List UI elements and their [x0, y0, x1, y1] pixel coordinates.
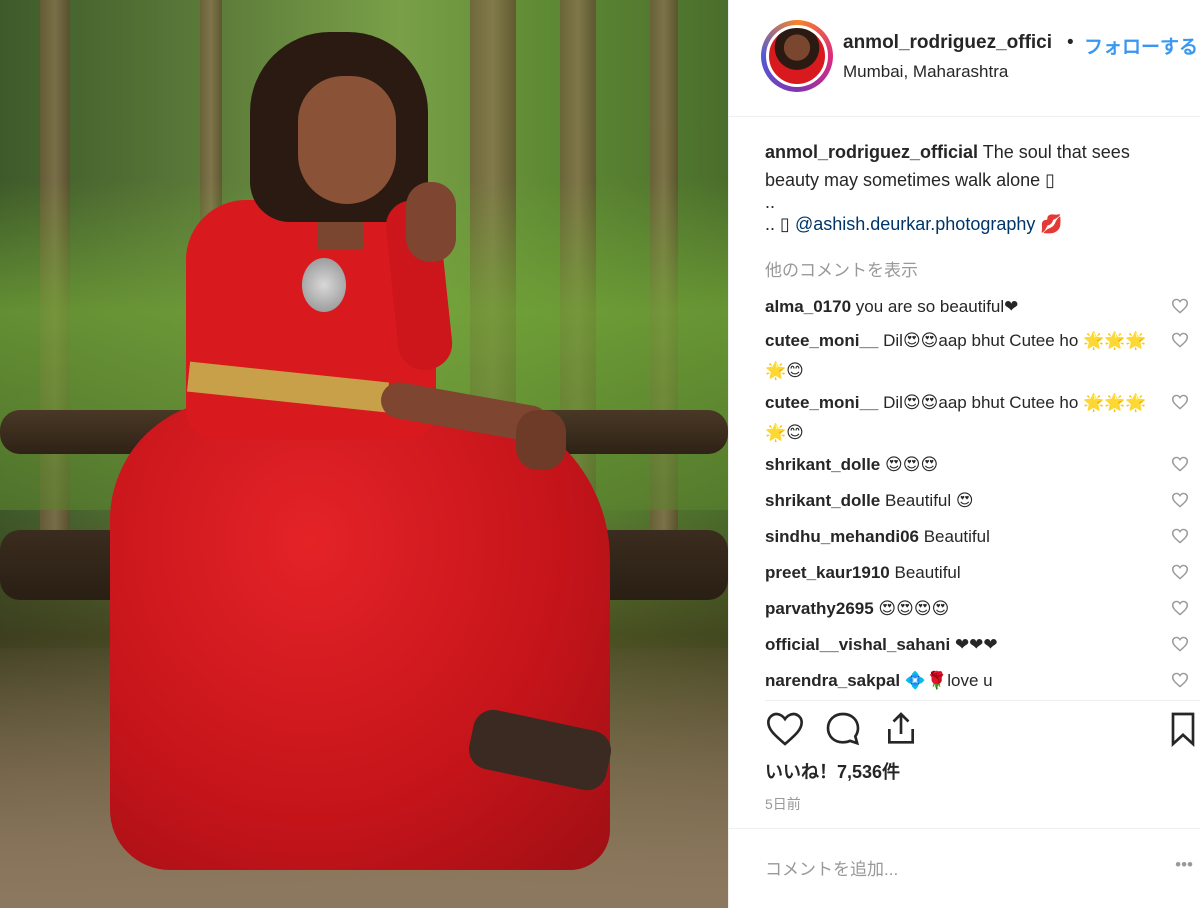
pendant-necklace [302, 258, 346, 312]
comment-text: Beautiful [894, 563, 961, 582]
comment-username[interactable]: cutee_moni__ [765, 393, 878, 412]
list-item: shrikant_dolle Beautiful 😍 [765, 486, 1195, 522]
comment-username[interactable]: alma_0170 [765, 297, 851, 316]
comment-username[interactable]: shrikant_dolle [765, 455, 880, 474]
small-heart-icon[interactable] [1171, 672, 1189, 688]
add-comment-input[interactable]: コメントを追加... [765, 855, 898, 880]
add-comment-bar: コメントを追加... ••• [729, 828, 1200, 909]
load-more-comments-link[interactable]: 他のコメントを表示 [765, 256, 918, 281]
caption-line: .. [765, 192, 776, 212]
caption-mention-link[interactable]: @ashish.deurkar.photography [795, 214, 1035, 234]
comment-username[interactable]: shrikant_dolle [765, 491, 880, 510]
caption-line: .. ▯ [765, 214, 790, 234]
comment-text: 💠🌹love u [904, 671, 993, 690]
header-separator: • [1067, 32, 1074, 53]
post-header: anmol_rodriguez_offici • フォローする Mumbai, … [729, 0, 1200, 117]
comment-text: Beautiful [923, 527, 990, 546]
comment-text: Beautiful 😍 [885, 491, 974, 510]
comment-username[interactable]: preet_kaur1910 [765, 563, 890, 582]
share-icon[interactable] [881, 709, 921, 749]
small-heart-icon[interactable] [1171, 394, 1189, 410]
small-heart-icon[interactable] [1171, 528, 1189, 544]
small-heart-icon[interactable] [1171, 564, 1189, 580]
more-options-button[interactable]: ••• [1175, 855, 1193, 875]
post-side-panel: anmol_rodriguez_offici • フォローする Mumbai, … [728, 0, 1200, 908]
small-heart-icon[interactable] [1171, 600, 1189, 616]
comment-text: 😍😍😍 [885, 455, 939, 474]
list-item: sindhu_mehandi06 Beautiful [765, 522, 1195, 558]
small-heart-icon[interactable] [1171, 492, 1189, 508]
list-item: shrikant_dolle 😍😍😍 [765, 450, 1195, 486]
comment-username[interactable]: official__vishal_sahani [765, 635, 950, 654]
post-location[interactable]: Mumbai, Maharashtra [843, 62, 1008, 82]
comment-username[interactable]: narendra_sakpal [765, 671, 900, 690]
caption-username[interactable]: anmol_rodriguez_official [765, 142, 978, 162]
caption-emoji: 💋 [1040, 214, 1063, 234]
post-username[interactable]: anmol_rodriguez_offici [843, 32, 1052, 54]
comment-text: 😍😍😍😍 [878, 599, 950, 618]
small-heart-icon[interactable] [1171, 298, 1189, 314]
comment-username[interactable]: cutee_moni__ [765, 331, 878, 350]
comment-text: you are so beautiful❤ [855, 297, 1019, 316]
list-item: cutee_moni__ Dil😍😍aap bhut Cutee ho 🌟🌟🌟🌟… [765, 388, 1195, 450]
post-caption: anmol_rodriguez_official The soul that s… [765, 138, 1185, 238]
post-photo[interactable] [0, 0, 728, 908]
list-item: narendra_sakpal 💠🌹love u [765, 666, 1195, 696]
post-action-bar [765, 700, 1200, 755]
post-timestamp[interactable]: 5日前 [765, 794, 801, 814]
follow-button[interactable]: フォローする [1084, 32, 1200, 59]
likes-count[interactable]: いいね！7,536件 [765, 758, 900, 784]
comment-username[interactable]: sindhu_mehandi06 [765, 527, 919, 546]
comment-text: ❤❤❤ [954, 635, 998, 654]
list-item: cutee_moni__ Dil😍😍aap bhut Cutee ho 🌟🌟🌟🌟… [765, 326, 1195, 388]
list-item: alma_0170 you are so beautiful❤ [765, 292, 1195, 326]
list-item: preet_kaur1910 Beautiful [765, 558, 1195, 594]
avatar[interactable] [766, 25, 828, 87]
comment-username[interactable]: parvathy2695 [765, 599, 874, 618]
small-heart-icon[interactable] [1171, 636, 1189, 652]
comment-list: alma_0170 you are so beautiful❤ cutee_mo… [765, 292, 1195, 696]
heart-icon[interactable] [765, 709, 805, 749]
list-item: parvathy2695 😍😍😍😍 [765, 594, 1195, 630]
list-item: official__vishal_sahani ❤❤❤ [765, 630, 1195, 666]
small-heart-icon[interactable] [1171, 456, 1189, 472]
comment-icon[interactable] [823, 709, 863, 749]
small-heart-icon[interactable] [1171, 332, 1189, 348]
bookmark-icon[interactable] [1163, 709, 1200, 749]
